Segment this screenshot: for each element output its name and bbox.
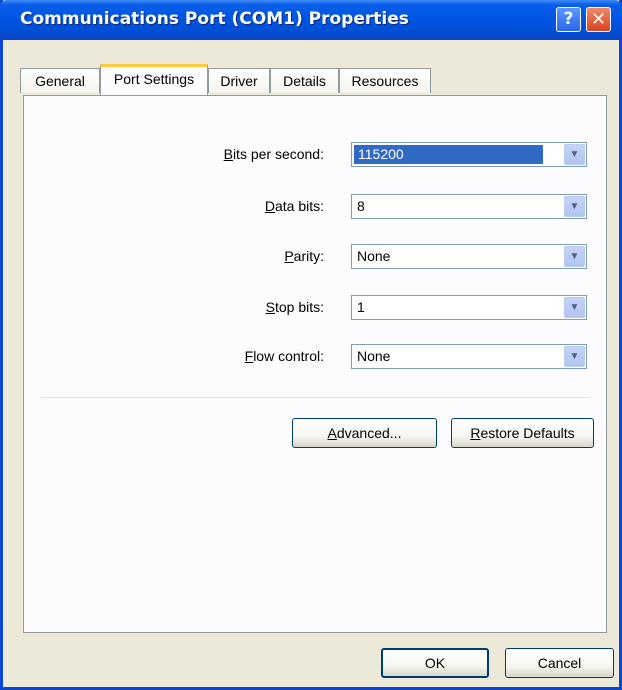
bits-per-second-value: 115200 — [354, 145, 543, 164]
data-bits-select[interactable]: 8 ▼ — [351, 194, 587, 219]
cancel-button[interactable]: Cancel — [505, 648, 614, 678]
stop-bits-select[interactable]: 1 ▼ — [351, 295, 587, 320]
tab-general[interactable]: General — [20, 68, 100, 93]
parity-select[interactable]: None ▼ — [351, 244, 587, 269]
flow-control-select[interactable]: None ▼ — [351, 344, 587, 369]
tab-driver[interactable]: Driver — [208, 68, 270, 93]
bits-per-second-select[interactable]: 115200 ▼ — [351, 142, 587, 167]
close-icon: ✕ — [590, 9, 607, 30]
bits-per-second-label: Bits per second: — [223, 146, 324, 162]
ok-button[interactable]: OK — [381, 648, 489, 678]
chevron-down-icon[interactable]: ▼ — [564, 297, 585, 318]
flow-control-label: Flow control: — [244, 348, 324, 364]
question-mark-icon: ? — [563, 9, 574, 29]
separator — [41, 397, 590, 398]
parity-value: None — [357, 248, 391, 264]
stop-bits-label: Stop bits: — [265, 299, 324, 315]
chevron-down-icon[interactable]: ▼ — [564, 196, 585, 217]
parity-label: Parity: — [284, 248, 324, 264]
port-settings-panel: Bits per second: 115200 ▼ Data bits: 8 ▼… — [23, 95, 607, 633]
window-title: Communications Port (COM1) Properties — [20, 9, 409, 29]
chevron-down-icon[interactable]: ▼ — [564, 246, 585, 267]
data-bits-label: Data bits: — [264, 198, 324, 214]
title-bar[interactable]: Communications Port (COM1) Properties ? … — [0, 0, 622, 40]
help-button[interactable]: ? — [556, 7, 581, 32]
restore-defaults-button[interactable]: Restore Defaults — [451, 418, 594, 448]
tab-resources[interactable]: Resources — [339, 68, 431, 93]
close-button[interactable]: ✕ — [586, 7, 611, 32]
chevron-down-icon[interactable]: ▼ — [564, 144, 585, 165]
tab-port-settings[interactable]: Port Settings — [100, 64, 208, 95]
flow-control-value: None — [357, 348, 391, 364]
properties-dialog: Communications Port (COM1) Properties ? … — [0, 0, 622, 690]
tab-details[interactable]: Details — [270, 68, 339, 93]
stop-bits-value: 1 — [357, 299, 365, 315]
data-bits-value: 8 — [357, 198, 365, 214]
chevron-down-icon[interactable]: ▼ — [564, 346, 585, 367]
advanced-button[interactable]: Advanced... — [292, 418, 437, 448]
